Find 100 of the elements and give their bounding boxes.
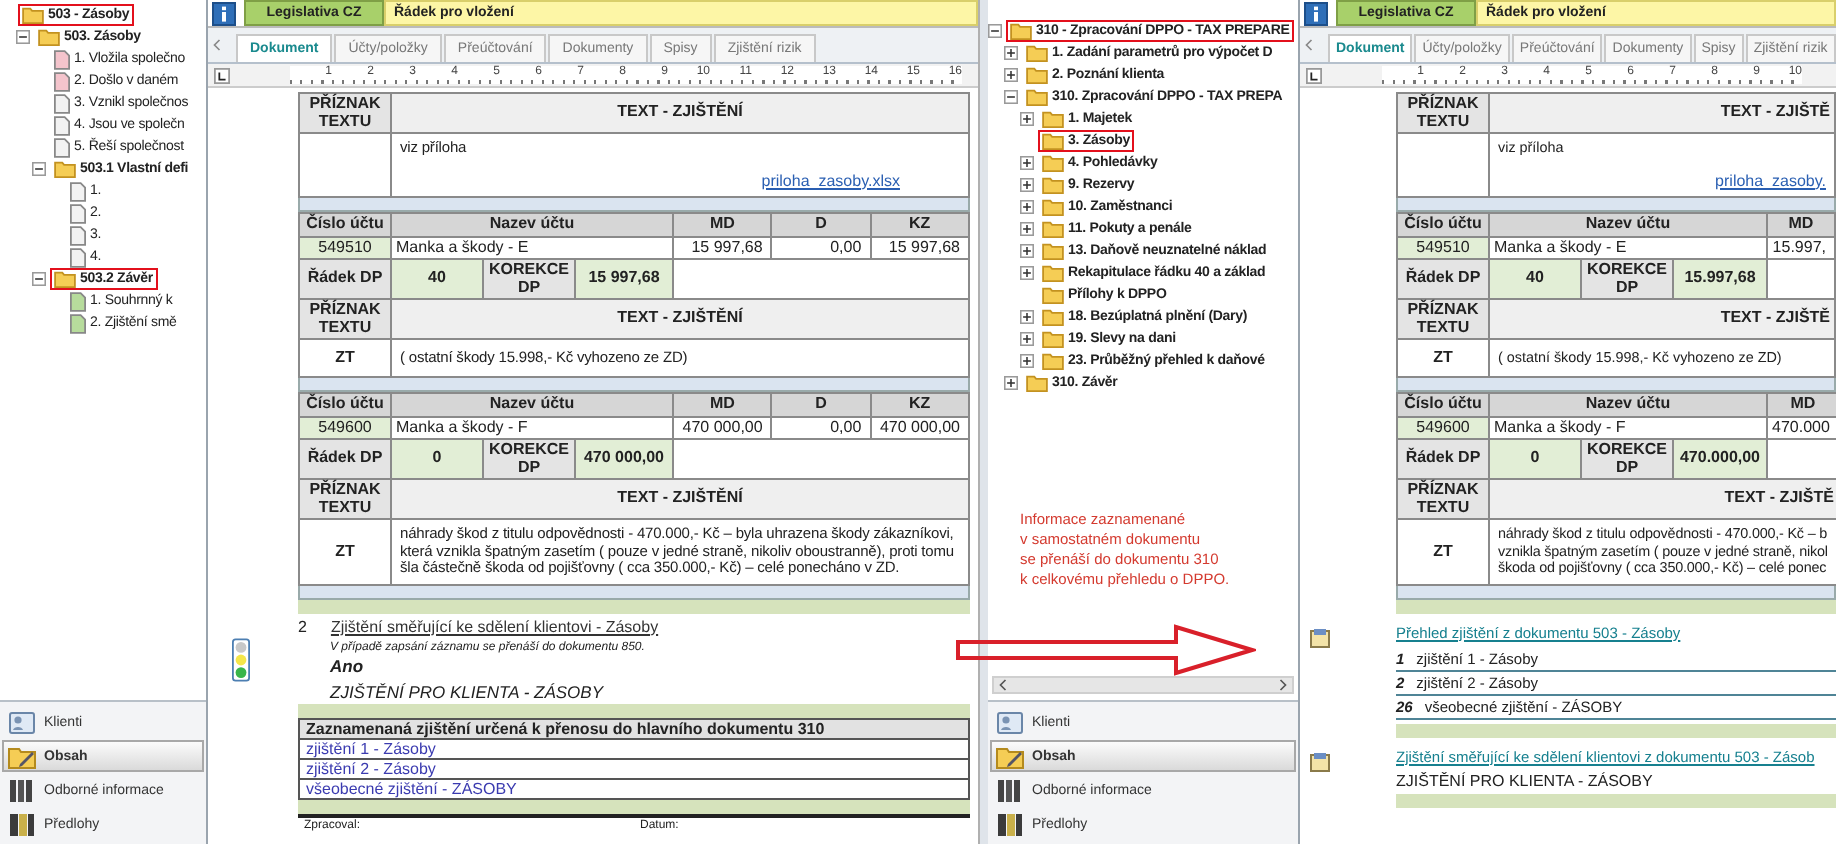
folder-icon bbox=[1026, 88, 1048, 106]
flag-label-cell: PŘÍZNAK TEXTU bbox=[300, 480, 390, 518]
tab-stop-icon[interactable] bbox=[214, 67, 230, 83]
info-icon[interactable] bbox=[1304, 2, 1328, 26]
column-header: MD bbox=[674, 394, 771, 415]
flag-label-cell: PŘÍZNAK TEXTU bbox=[300, 94, 390, 132]
correction-label-cell: KOREKCE DP bbox=[484, 440, 574, 478]
folder-icon bbox=[1042, 198, 1064, 216]
account-number-cell: 549510 bbox=[300, 237, 390, 258]
amount-cell: 470.000 bbox=[1768, 417, 1836, 438]
contact-card-icon bbox=[996, 709, 1024, 735]
column-header: MD bbox=[674, 214, 771, 235]
scroll-right-icon[interactable] bbox=[1278, 678, 1288, 692]
account-name-cell: Manka a škody - F bbox=[392, 417, 672, 438]
scroll-left-icon[interactable] bbox=[212, 38, 222, 52]
column-header: Číslo účtu bbox=[300, 214, 390, 235]
amount-cell: 15 997,68 bbox=[871, 237, 968, 258]
scroll-left-icon[interactable] bbox=[998, 678, 1008, 692]
horizontal-scrollbar[interactable] bbox=[992, 676, 1294, 694]
expand-icon[interactable] bbox=[1020, 332, 1034, 346]
account-number-cell: 549600 bbox=[1398, 417, 1488, 438]
column-header: Číslo účtu bbox=[300, 394, 390, 415]
expand-icon[interactable] bbox=[1020, 266, 1034, 280]
scroll-left-icon[interactable] bbox=[1304, 38, 1314, 52]
column-header: Nazev účtu bbox=[1490, 214, 1766, 235]
collapse-icon[interactable] bbox=[32, 162, 46, 176]
amount-cell: 15 997,68 bbox=[674, 237, 771, 258]
column-header: Nazev účtu bbox=[392, 394, 672, 415]
flag-code-cell: ZT bbox=[300, 520, 390, 583]
folder-icon bbox=[1042, 132, 1064, 150]
amount-cell: 0,00 bbox=[772, 237, 870, 258]
folder-icon bbox=[1026, 66, 1048, 84]
flag-label-cell: PŘÍZNAK TEXTU bbox=[300, 300, 390, 338]
folder-icon bbox=[22, 6, 44, 24]
attachment-link[interactable]: priloha_zasoby.xlsx bbox=[761, 173, 900, 190]
expand-icon[interactable] bbox=[1020, 112, 1034, 126]
folder-pen-icon bbox=[8, 743, 36, 769]
finding-number: 2 bbox=[298, 617, 307, 635]
contact-card-icon bbox=[8, 709, 36, 735]
expand-icon[interactable] bbox=[1020, 200, 1034, 214]
folder-icon bbox=[1042, 308, 1064, 326]
finding-heading-cell: TEXT - ZJIŠTĚ bbox=[1490, 300, 1834, 338]
correction-amount-cell: 470.000,00 bbox=[1674, 440, 1766, 478]
info-icon[interactable] bbox=[212, 2, 236, 26]
column-header: Číslo účtu bbox=[1398, 214, 1488, 235]
flag-code-cell: ZT bbox=[300, 340, 390, 376]
column-header: Číslo účtu bbox=[1398, 394, 1488, 415]
finding-heading-cell: TEXT - ZJIŠTĚNÍ bbox=[392, 94, 968, 132]
tab-stop-icon[interactable] bbox=[1306, 67, 1322, 83]
column-header: KZ bbox=[871, 214, 968, 235]
folder-icon bbox=[1042, 330, 1064, 348]
correction-label-cell: KOREKCE DP bbox=[1582, 440, 1672, 478]
row-label-cell: Řádek DP bbox=[1398, 260, 1488, 298]
client-finding-heading: ZJIŠTĚNÍ PRO KLIENTA - ZÁSOBY bbox=[1396, 771, 1655, 789]
expand-icon[interactable] bbox=[1004, 68, 1018, 82]
expand-icon[interactable] bbox=[1020, 244, 1034, 258]
expand-icon[interactable] bbox=[1020, 354, 1034, 368]
finding-link[interactable]: všeobecné zjištění - ZÁSOBY bbox=[300, 779, 968, 797]
expand-icon[interactable] bbox=[1004, 46, 1018, 60]
folder-pen-icon bbox=[996, 743, 1024, 769]
folder-icon bbox=[1042, 264, 1064, 282]
collapse-icon[interactable] bbox=[988, 24, 1002, 38]
expand-icon[interactable] bbox=[1020, 310, 1034, 324]
expand-icon[interactable] bbox=[1020, 222, 1034, 236]
folder-icon bbox=[1042, 176, 1064, 194]
finding-link[interactable]: zjištění 1 - Zásoby bbox=[300, 739, 968, 759]
folder-icon bbox=[1010, 22, 1032, 40]
row-label-cell: Řádek DP bbox=[300, 260, 390, 298]
client-finding-heading: ZJIŠTĚNÍ PRO KLIENTA - ZÁSOBY bbox=[330, 681, 606, 701]
row-number-cell: 0 bbox=[1490, 440, 1580, 478]
finding-link[interactable]: zjištění 2 - Zásoby bbox=[300, 759, 968, 779]
document-icon bbox=[1310, 627, 1330, 647]
flag-label-cell: PŘÍZNAK TEXTU bbox=[1398, 480, 1488, 518]
books-icon bbox=[8, 777, 36, 803]
finding-heading-cell: TEXT - ZJIŠTĚNÍ bbox=[392, 300, 968, 338]
expand-icon[interactable] bbox=[1004, 376, 1018, 390]
account-name-cell: Manka a škody - E bbox=[392, 237, 672, 258]
answer-text: Ano bbox=[330, 655, 366, 675]
flag-label-cell: PŘÍZNAK TEXTU bbox=[1398, 94, 1488, 132]
correction-amount-cell: 470 000,00 bbox=[576, 440, 672, 478]
finding-title-link[interactable]: Zjištění směřující ke sdělení klientovi - Zásoby bbox=[330, 617, 659, 635]
table-cell bbox=[1768, 260, 1834, 298]
row-number-cell: 40 bbox=[1490, 260, 1580, 298]
expand-icon[interactable] bbox=[1020, 156, 1034, 170]
collapse-icon[interactable] bbox=[1004, 90, 1018, 104]
amount-cell: 0,00 bbox=[772, 417, 870, 438]
finding-heading-cell: TEXT - ZJIŠTĚ bbox=[1490, 480, 1836, 518]
correction-label-cell: KOREKCE DP bbox=[484, 260, 574, 298]
column-header: MD bbox=[1768, 394, 1836, 415]
folder-icon bbox=[1042, 154, 1064, 172]
flag-code-cell: ZT bbox=[1398, 520, 1488, 583]
flag-label-cell: PŘÍZNAK TEXTU bbox=[1398, 300, 1488, 338]
collapse-icon[interactable] bbox=[16, 30, 30, 44]
expand-icon[interactable] bbox=[1020, 178, 1034, 192]
attachment-link[interactable]: priloha_zasoby. bbox=[1715, 173, 1826, 190]
collapse-icon[interactable] bbox=[32, 272, 46, 286]
column-header: MD bbox=[1768, 214, 1834, 235]
table-cell bbox=[1768, 440, 1836, 478]
column-header: Nazev účtu bbox=[392, 214, 672, 235]
correction-amount-cell: 15.997,68 bbox=[1674, 260, 1766, 298]
